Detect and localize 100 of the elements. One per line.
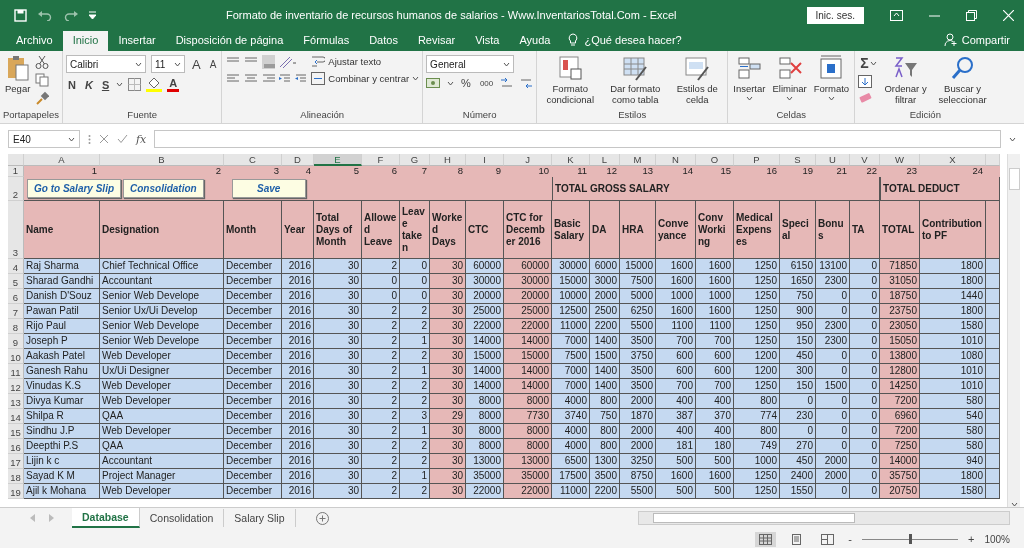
column-header[interactable]: N xyxy=(656,154,696,166)
editing-button[interactable]: Ordenar y filtrar xyxy=(881,55,930,105)
ribbon-tab[interactable]: Datos xyxy=(359,31,408,51)
caret-icon[interactable] xyxy=(745,96,753,101)
row-header[interactable]: 7 xyxy=(8,304,24,319)
cells-button[interactable]: Eliminar xyxy=(770,55,809,101)
borders-icon[interactable] xyxy=(128,78,142,91)
row-header[interactable]: 10 xyxy=(8,349,24,364)
check-icon[interactable] xyxy=(117,134,128,144)
ribbon-display-icon[interactable] xyxy=(890,9,903,21)
ribbon-tab[interactable]: Vista xyxy=(465,31,510,51)
column-header[interactable]: L xyxy=(590,154,620,166)
row-header[interactable]: 12 xyxy=(8,379,24,394)
column-header[interactable]: H xyxy=(430,154,466,166)
shrink-font-button[interactable]: A xyxy=(207,58,219,70)
ribbon-tab[interactable]: Archivo xyxy=(6,31,63,51)
underline-button[interactable]: S xyxy=(99,78,112,91)
column-header[interactable]: D xyxy=(282,154,314,166)
row-header[interactable]: 1 xyxy=(8,166,24,177)
row-header[interactable]: 16 xyxy=(8,439,24,454)
cells-button[interactable]: Insertar xyxy=(731,55,768,101)
row-header[interactable]: 17 xyxy=(8,454,24,469)
increase-decimal-icon[interactable] xyxy=(500,77,515,89)
scissors-icon[interactable] xyxy=(35,55,50,69)
number-format-field[interactable]: General xyxy=(426,55,515,73)
caret-icon[interactable] xyxy=(412,76,420,81)
column-header[interactable]: I xyxy=(466,154,504,166)
column-header[interactable]: X xyxy=(920,154,986,166)
column-header[interactable]: B xyxy=(100,154,224,166)
font-family-field[interactable]: Calibri xyxy=(66,55,146,73)
insert-cells-icon[interactable] xyxy=(736,55,763,81)
row-header[interactable]: 15 xyxy=(8,424,24,439)
wrap-text-button[interactable]: Ajustar texto xyxy=(311,55,420,68)
normal-view-icon[interactable] xyxy=(759,533,773,545)
row-header[interactable]: 11 xyxy=(8,364,24,379)
caret-icon[interactable] xyxy=(869,60,877,66)
view-button[interactable] xyxy=(755,531,777,547)
column-header[interactable]: S xyxy=(780,154,816,166)
row-header[interactable]: 5 xyxy=(8,274,24,289)
lightbulb-icon[interactable] xyxy=(568,33,579,46)
caret-icon[interactable] xyxy=(116,82,124,87)
ribbon-tab[interactable]: Inicio xyxy=(62,31,109,51)
cell-styles-icon[interactable] xyxy=(684,55,711,81)
sign-in-button[interactable]: Inic. ses. xyxy=(806,6,864,24)
thousands-button[interactable]: 000 xyxy=(477,78,496,88)
merge-icon[interactable] xyxy=(311,72,326,85)
macro-button[interactable]: Go to Salary Slip xyxy=(27,179,122,198)
caret-icon[interactable] xyxy=(827,96,835,101)
customize-icon[interactable] xyxy=(89,11,96,19)
vertical-scrollbar[interactable] xyxy=(1007,154,1020,507)
row-header[interactable]: 2 xyxy=(8,177,24,201)
table-icon[interactable] xyxy=(622,55,649,81)
zoom-in-button[interactable]: + xyxy=(968,533,975,545)
column-header[interactable]: V xyxy=(850,154,880,166)
expand-icon[interactable] xyxy=(1009,136,1016,142)
copy-icon[interactable] xyxy=(35,73,50,87)
sheet-tab[interactable]: Consolidation xyxy=(139,509,225,527)
font-size-field[interactable]: 11 xyxy=(151,55,185,73)
undo-icon[interactable] xyxy=(37,9,53,21)
currency-icon[interactable] xyxy=(426,77,443,89)
search-icon[interactable] xyxy=(949,55,976,81)
merge-center-button[interactable]: Combinar y centrar xyxy=(311,72,420,85)
person-icon[interactable] xyxy=(943,33,957,46)
column-header[interactable]: P xyxy=(734,154,780,166)
formula-input[interactable] xyxy=(154,130,1001,148)
styles-button[interactable]: Formato condicional xyxy=(540,55,601,105)
cancel-icon[interactable] xyxy=(99,134,109,144)
font-color-button[interactable]: A xyxy=(167,77,180,92)
bold-button[interactable]: N xyxy=(66,78,78,91)
sheet-tab[interactable]: Database xyxy=(72,508,140,528)
horizontal-scrollbar[interactable] xyxy=(638,511,1010,525)
row-header[interactable]: 13 xyxy=(8,394,24,409)
add-sheet-icon[interactable] xyxy=(315,511,329,525)
column-header[interactable]: M xyxy=(620,154,656,166)
styles-button[interactable]: Estilos de celda xyxy=(670,55,725,105)
clipboard-icon[interactable] xyxy=(5,55,30,81)
ribbon-tab[interactable]: Revisar xyxy=(407,31,466,51)
format-cells-icon[interactable] xyxy=(818,55,845,81)
wrap-text-icon[interactable] xyxy=(311,55,326,68)
column-header[interactable]: W xyxy=(880,154,920,166)
row-header[interactable]: 18 xyxy=(8,469,24,484)
page-break-icon[interactable] xyxy=(821,533,835,545)
redo-icon[interactable] xyxy=(63,9,79,21)
column-header[interactable]: J xyxy=(504,154,552,166)
column-header[interactable]: O xyxy=(696,154,734,166)
caret-icon[interactable] xyxy=(68,136,75,142)
styles-button[interactable]: Dar formato como tabla xyxy=(603,55,668,105)
column-header[interactable]: E xyxy=(314,154,362,166)
scroll-down-icon[interactable] xyxy=(1010,502,1018,507)
column-header[interactable]: F xyxy=(362,154,400,166)
autosum-button[interactable]: Σ xyxy=(858,55,879,71)
grow-font-button[interactable]: A xyxy=(190,56,203,72)
column-header[interactable]: K xyxy=(552,154,590,166)
close-icon[interactable] xyxy=(1003,9,1014,21)
row-header[interactable]: 9 xyxy=(8,334,24,349)
ribbon-tab[interactable]: Insertar xyxy=(108,31,166,51)
caret-icon[interactable] xyxy=(135,61,142,67)
paste-button[interactable]: Pegar xyxy=(3,55,33,94)
row-header[interactable]: 14 xyxy=(8,409,24,424)
macro-button[interactable]: Consolidation xyxy=(123,179,204,198)
